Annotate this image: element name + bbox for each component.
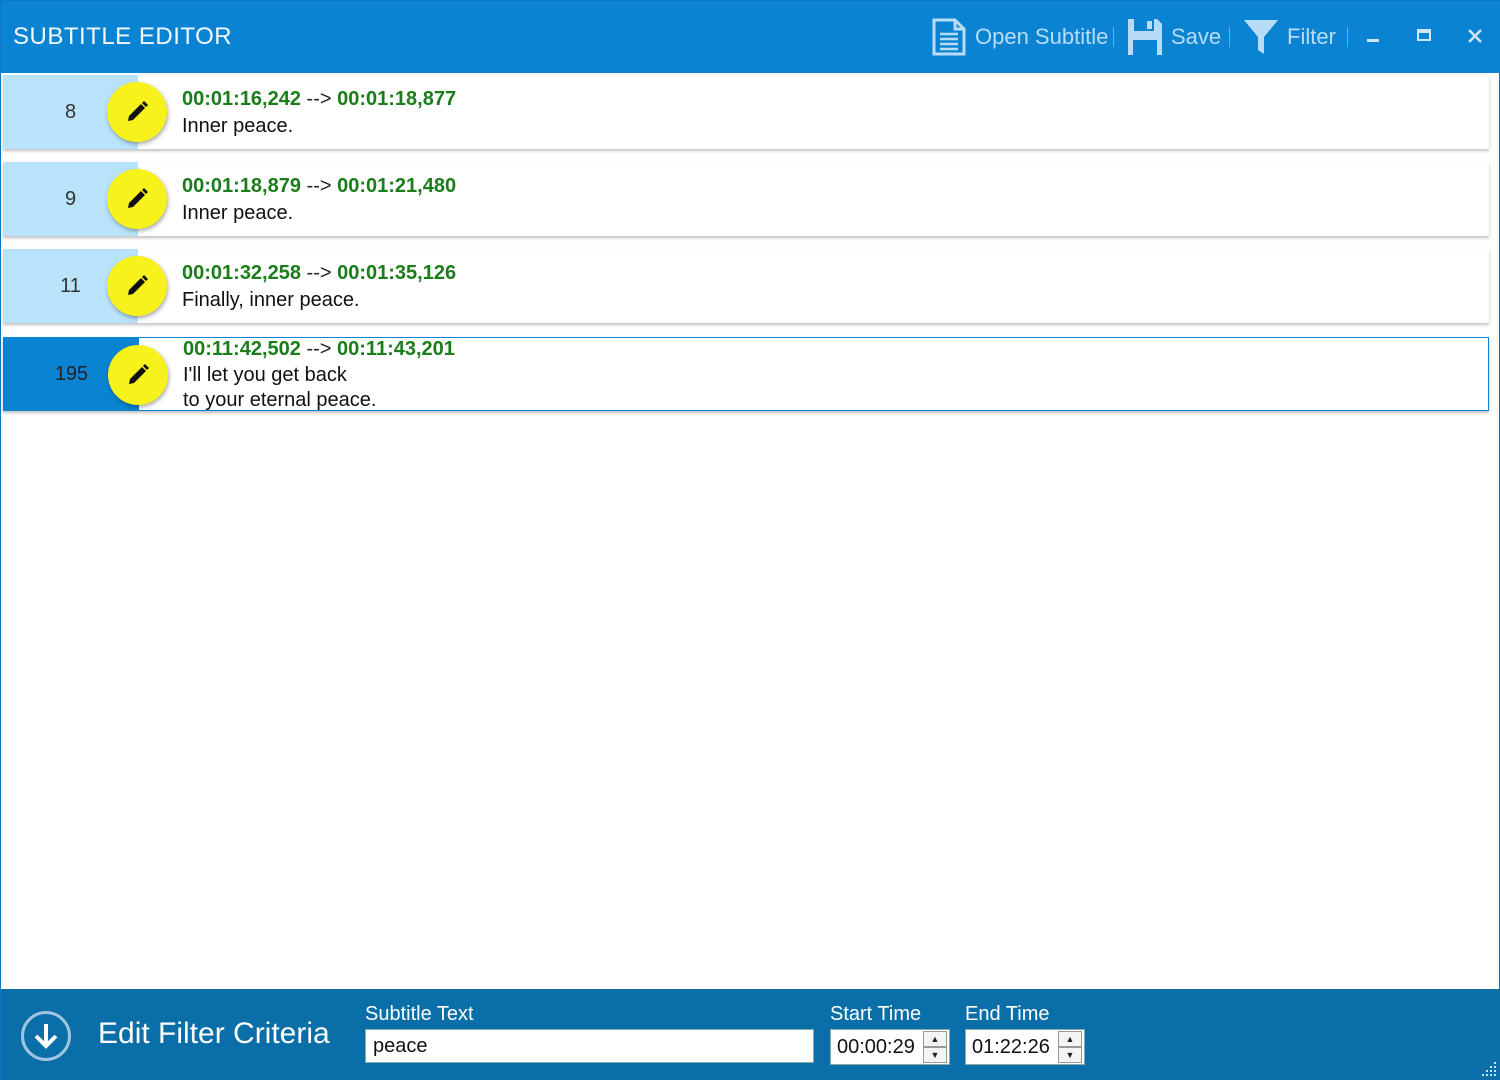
end-time: 00:11:43,201	[337, 338, 455, 360]
open-subtitle-button[interactable]: Open Subtitle	[931, 17, 1108, 57]
edit-subtitle-button[interactable]	[108, 345, 168, 405]
time-arrow: -->	[306, 88, 332, 110]
chevron-up-icon: ▲	[1065, 1034, 1075, 1044]
timecode: 00:11:42,502 --> 00:11:43,201	[183, 338, 455, 361]
toolbar-separator	[1113, 27, 1114, 47]
floppy-disk-icon	[1127, 18, 1163, 56]
subtitle-editor-window: SUBTITLE EDITOR Open Subtitle Save Filte…	[0, 0, 1500, 1080]
time-arrow: -->	[306, 175, 332, 197]
open-subtitle-label: Open Subtitle	[975, 24, 1109, 49]
subtitle-row[interactable]: 9 00:01:18,879 --> 00:01:21,480 Inner pe…	[3, 162, 1489, 236]
funnel-icon	[1243, 18, 1279, 56]
filter-label: Filter	[1287, 24, 1336, 49]
start-time: 00:01:16,242	[182, 88, 301, 110]
pencil-icon	[128, 101, 148, 121]
start-time-up-button[interactable]: ▲	[923, 1031, 947, 1047]
subtitle-row-selected[interactable]: 195 00:11:42,502 --> 00:11:43,201 I'll l…	[3, 337, 1489, 411]
edit-subtitle-button[interactable]	[107, 82, 167, 142]
filter-criteria-panel: Edit Filter Criteria Subtitle Text Start…	[1, 989, 1500, 1080]
maximize-icon	[1417, 29, 1431, 41]
end-time-down-button[interactable]: ▼	[1058, 1047, 1082, 1063]
time-arrow: -->	[306, 262, 332, 284]
pencil-icon	[129, 364, 149, 384]
start-time-label: Start Time	[830, 1003, 922, 1025]
title-bar[interactable]: SUBTITLE EDITOR Open Subtitle Save Filte…	[1, 1, 1500, 73]
timecode: 00:01:16,242 --> 00:01:18,877	[182, 88, 456, 111]
filter-button[interactable]: Filter	[1243, 17, 1336, 57]
start-time: 00:01:18,879	[182, 175, 301, 197]
maximize-button[interactable]	[1409, 21, 1439, 51]
subtitle-row[interactable]: 8 00:01:16,242 --> 00:01:18,877 Inner pe…	[3, 75, 1489, 149]
chevron-down-icon: ▼	[930, 1050, 940, 1060]
app-title: SUBTITLE EDITOR	[13, 23, 233, 50]
pencil-icon	[128, 188, 148, 208]
end-time-label: End Time	[965, 1003, 1050, 1025]
subtitle-text-input[interactable]	[365, 1029, 814, 1063]
chevron-up-icon: ▲	[930, 1034, 940, 1044]
subtitle-text: I'll let you get back to your eternal pe…	[183, 364, 377, 411]
document-icon	[931, 18, 967, 56]
subtitle-text-label: Subtitle Text	[365, 1003, 474, 1025]
end-time: 00:01:35,126	[337, 262, 457, 284]
end-time-picker: ▲ ▼	[965, 1029, 1085, 1065]
arrow-down-icon	[34, 1024, 58, 1049]
close-button[interactable]	[1460, 21, 1490, 51]
start-time-down-button[interactable]: ▼	[923, 1047, 947, 1063]
start-time-input[interactable]	[831, 1030, 923, 1064]
subtitle-row[interactable]: 11 00:01:32,258 --> 00:01:35,126 Finally…	[3, 249, 1489, 323]
subtitle-text: Finally, inner peace.	[182, 289, 360, 311]
end-time-up-button[interactable]: ▲	[1058, 1031, 1082, 1047]
minimize-icon	[1367, 39, 1379, 42]
resize-grip-icon[interactable]	[1482, 1062, 1498, 1078]
start-time: 00:01:32,258	[182, 262, 301, 284]
end-time: 00:01:21,480	[337, 175, 457, 197]
start-time-picker: ▲ ▼	[830, 1029, 950, 1065]
edit-subtitle-button[interactable]	[107, 256, 167, 316]
filter-panel-title: Edit Filter Criteria	[98, 1017, 330, 1050]
start-time: 00:11:42,502	[183, 338, 301, 360]
end-time-input[interactable]	[966, 1030, 1058, 1064]
pencil-icon	[128, 275, 148, 295]
collapse-panel-button[interactable]	[21, 1011, 71, 1061]
toolbar-separator	[1347, 27, 1348, 47]
save-button[interactable]: Save	[1127, 17, 1221, 57]
subtitle-text: Inner peace.	[182, 202, 294, 224]
save-label: Save	[1171, 24, 1222, 49]
timecode: 00:01:32,258 --> 00:01:35,126	[182, 262, 456, 285]
end-time: 00:01:18,877	[337, 88, 457, 110]
timecode: 00:01:18,879 --> 00:01:21,480	[182, 175, 456, 198]
time-arrow: -->	[306, 338, 332, 360]
chevron-down-icon: ▼	[1065, 1050, 1075, 1060]
toolbar-separator	[1229, 27, 1230, 47]
close-icon	[1468, 29, 1482, 43]
edit-subtitle-button[interactable]	[107, 169, 167, 229]
subtitle-text: Inner peace.	[182, 115, 294, 137]
minimize-button[interactable]	[1358, 21, 1388, 51]
